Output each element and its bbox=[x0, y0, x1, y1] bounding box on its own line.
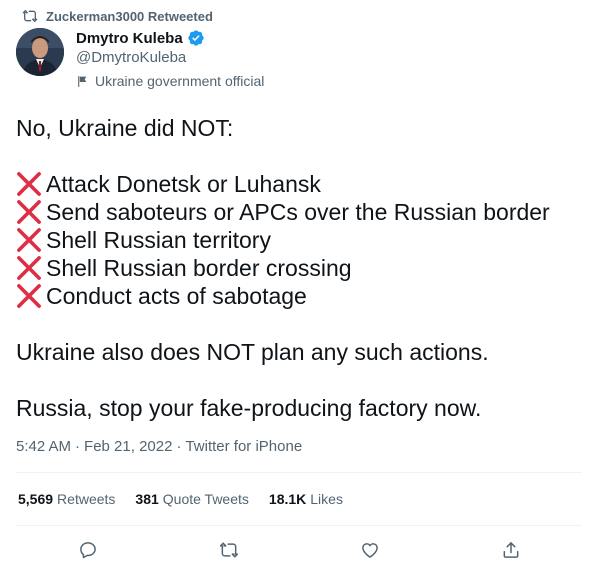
retweet-context[interactable]: Zuckerman3000 Retweeted bbox=[22, 7, 213, 25]
quote-tweets-count: 381 bbox=[135, 491, 159, 507]
flag-icon bbox=[78, 75, 87, 87]
meta-separator: · bbox=[176, 437, 182, 455]
list-item-text: Conduct acts of sabotage bbox=[46, 283, 307, 309]
government-label[interactable]: Ukraine government official bbox=[76, 72, 264, 90]
share-icon bbox=[503, 542, 519, 558]
list-item-text: Shell Russian border crossing bbox=[46, 255, 352, 281]
divider bbox=[16, 472, 582, 473]
likes-label: Likes bbox=[310, 491, 343, 507]
meta-separator: · bbox=[75, 437, 81, 455]
retweets-label: Retweets bbox=[57, 491, 116, 507]
tweet-text: No, Ukraine did NOT: Attack Donetsk or L… bbox=[16, 114, 582, 422]
like-button[interactable] bbox=[359, 539, 381, 561]
divider bbox=[16, 525, 582, 526]
author-handle[interactable]: @DmytroKuleba bbox=[76, 48, 264, 68]
likes-count: 18.1K bbox=[268, 491, 307, 507]
list-item-text: Send saboteurs or APCs over the Russian … bbox=[46, 199, 550, 225]
list-item: Shell Russian border crossing bbox=[16, 254, 582, 282]
reply-button[interactable] bbox=[77, 539, 99, 561]
avatar[interactable] bbox=[16, 28, 64, 76]
retweet-icon bbox=[22, 10, 38, 22]
tweet-source[interactable]: Twitter for iPhone bbox=[185, 438, 302, 455]
cross-mark-icon bbox=[17, 200, 41, 224]
engagement-stats: 5,569 Retweets 381 Quote Tweets 18.1K Li… bbox=[18, 489, 363, 509]
retweets-stat[interactable]: 5,569 Retweets bbox=[18, 491, 115, 507]
heart-icon bbox=[362, 543, 378, 558]
share-button[interactable] bbox=[500, 539, 522, 561]
tweet-time[interactable]: 5:42 AM bbox=[16, 438, 71, 455]
list-item: Shell Russian territory bbox=[16, 226, 582, 254]
list-item-text: Attack Donetsk or Luhansk bbox=[46, 171, 321, 197]
author-info: Dmytro Kuleba @DmytroKuleba Ukraine gove… bbox=[76, 28, 264, 90]
tweet-paragraph: Ukraine also does NOT plan any such acti… bbox=[16, 339, 489, 365]
avatar-image bbox=[16, 28, 64, 76]
tweet-intro: No, Ukraine did NOT: bbox=[16, 115, 234, 141]
list-item: Attack Donetsk or Luhansk bbox=[16, 170, 582, 198]
list-item-text: Shell Russian territory bbox=[46, 227, 271, 253]
tweet-date[interactable]: Feb 21, 2022 bbox=[84, 438, 172, 455]
likes-stat[interactable]: 18.1K Likes bbox=[269, 491, 343, 507]
retweet-context-text: Zuckerman3000 Retweeted bbox=[46, 8, 213, 24]
author-name[interactable]: Dmytro Kuleba bbox=[76, 30, 183, 47]
government-label-text: Ukraine government official bbox=[95, 73, 265, 89]
retweet-button[interactable] bbox=[218, 539, 240, 561]
quote-tweets-stat[interactable]: 381 Quote Tweets bbox=[135, 491, 249, 507]
action-bar bbox=[0, 536, 598, 564]
cross-mark-icon bbox=[17, 172, 41, 196]
reply-icon bbox=[80, 542, 96, 559]
tweet-meta: 5:42 AM · Feb 21, 2022 · Twitter for iPh… bbox=[16, 436, 302, 456]
list-item: Conduct acts of sabotage bbox=[16, 282, 582, 310]
verified-badge-icon bbox=[188, 30, 204, 46]
list-item: Send saboteurs or APCs over the Russian … bbox=[16, 198, 582, 226]
quote-tweets-label: Quote Tweets bbox=[162, 491, 249, 507]
tweet-paragraph: Russia, stop your fake-producing factory… bbox=[16, 395, 482, 421]
cross-mark-icon bbox=[17, 256, 41, 280]
retweets-count: 5,569 bbox=[18, 491, 54, 507]
retweet-icon bbox=[219, 542, 239, 558]
cross-mark-icon bbox=[17, 228, 41, 252]
cross-mark-icon bbox=[17, 284, 41, 308]
